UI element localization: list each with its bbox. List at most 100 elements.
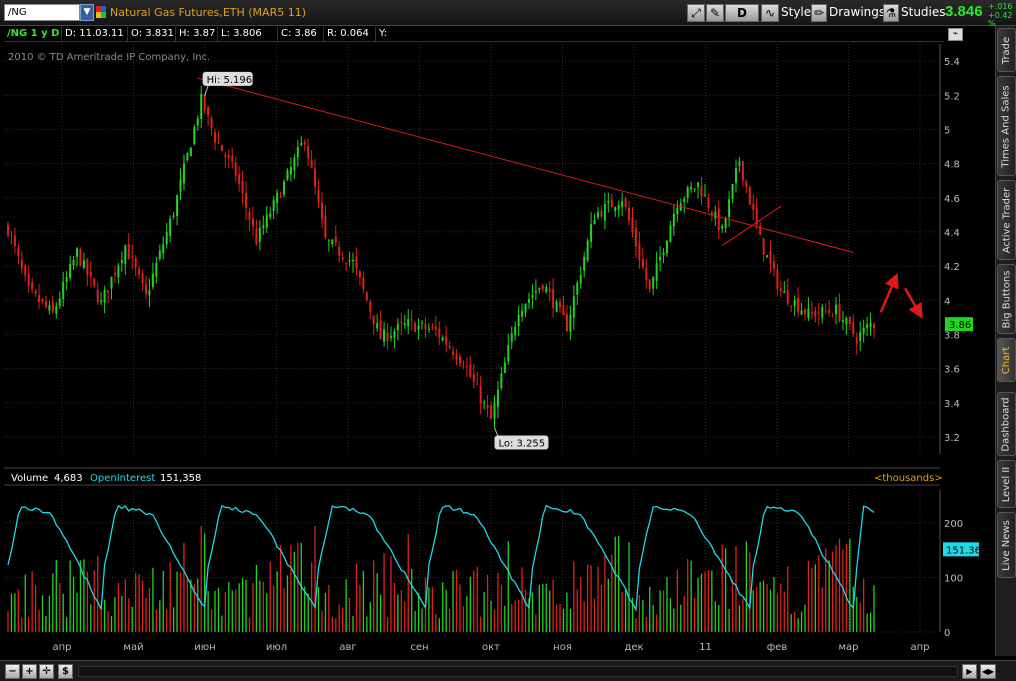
candle-body	[131, 256, 134, 258]
candle-body	[810, 312, 813, 314]
candle-body	[676, 207, 679, 215]
candle-body	[607, 200, 610, 203]
period-button[interactable]: D	[725, 4, 759, 22]
candle-body	[141, 274, 144, 284]
candle-body	[624, 198, 627, 208]
volume-tick-label: 200	[944, 519, 963, 530]
drawings-menu[interactable]: Drawings	[829, 5, 885, 19]
tab-trade[interactable]: Trade	[997, 28, 1016, 72]
price-type-icon[interactable]: $	[58, 664, 73, 679]
price-tick-label: 3.6	[944, 365, 960, 376]
candle-body	[334, 236, 337, 243]
candle-body	[448, 346, 451, 348]
symbol-flag-icon[interactable]	[96, 6, 106, 18]
candle-body	[120, 259, 123, 264]
candle-body	[610, 199, 613, 208]
candle-body	[569, 314, 572, 332]
candle-body	[548, 288, 551, 292]
candle-body	[431, 326, 434, 328]
month-label: ноя	[553, 642, 572, 653]
zoom-icon[interactable]: ⤢	[687, 4, 705, 22]
chart-grid	[4, 44, 941, 454]
candle-body	[572, 296, 575, 318]
open-interest-label: OpenInterest	[90, 473, 155, 484]
trendline[interactable]	[197, 77, 854, 253]
cursor-icon[interactable]: ✎	[706, 4, 724, 22]
style-menu[interactable]: Style	[781, 5, 811, 19]
candle-body	[124, 245, 127, 264]
candle-body	[672, 213, 675, 227]
candle-body	[355, 255, 358, 269]
drawings-icon[interactable]: ✏	[811, 4, 827, 22]
arrow-annotation[interactable]	[879, 272, 899, 313]
candle-body	[427, 329, 430, 331]
candle-body	[869, 322, 872, 328]
volume-axis: 200 100 0	[944, 519, 963, 639]
candle-body	[69, 263, 72, 278]
candle-body	[38, 295, 41, 303]
trendline[interactable]	[721, 205, 782, 246]
candle-body	[614, 207, 617, 211]
candle-body	[103, 290, 106, 303]
candle-body	[521, 310, 524, 317]
candle-body	[545, 286, 548, 292]
info-symbol-period: /NG 1 y D	[4, 27, 62, 41]
candle-body	[855, 337, 858, 344]
candle-body	[169, 218, 172, 236]
change-absolute: +.016	[988, 2, 1013, 11]
price-tick-label: 4.2	[944, 262, 960, 273]
zoom-in-icon[interactable]: +	[22, 664, 37, 679]
candle-body	[690, 187, 693, 190]
symbol-input[interactable]	[4, 4, 80, 21]
candle-body	[186, 152, 189, 161]
candle-body	[389, 336, 392, 338]
candle-body	[621, 201, 624, 208]
candle-body	[396, 324, 399, 331]
candle-body	[790, 305, 793, 307]
candle-body	[424, 323, 427, 329]
bottom-toolbar: − + ✛ $ ▶ ◀▶	[0, 660, 1016, 681]
candle-body	[248, 211, 251, 221]
candle-body	[817, 312, 820, 314]
candle-body	[189, 147, 192, 157]
candle-body	[686, 187, 689, 199]
zoom-out-icon[interactable]: −	[5, 664, 20, 679]
candle-body	[107, 290, 110, 293]
candle-body	[134, 258, 137, 268]
tab-level-ii[interactable]: Level II	[997, 460, 1016, 508]
tab-big-buttons[interactable]: Big Buttons	[997, 264, 1016, 334]
scroll-right-icon[interactable]: ▶	[962, 664, 977, 679]
drawing-tools-icon[interactable]: ✛	[39, 664, 54, 679]
studies-menu[interactable]: Studies	[901, 5, 946, 19]
price-chart[interactable]: 2010 © TD Ameritrade IP Company, Inc. 5.…	[0, 42, 995, 660]
candle-body	[417, 325, 420, 330]
tab-active-trader[interactable]: Active Trader	[997, 180, 1016, 260]
volume-tick-label: 0	[944, 628, 950, 639]
month-label: авг	[339, 642, 356, 653]
candle-body	[496, 389, 499, 407]
candle-body	[338, 246, 341, 256]
candle-body	[293, 157, 296, 171]
tab-dashboard[interactable]: Dashboard	[997, 392, 1016, 456]
candle-body	[324, 215, 327, 238]
price-tick-label: 4	[944, 296, 950, 307]
last-price: 3.846	[945, 3, 983, 20]
candle-body	[645, 267, 648, 281]
candle-body	[93, 278, 96, 286]
candle-body	[327, 240, 330, 242]
time-scrollbar[interactable]	[78, 666, 958, 677]
chart-settings-icon[interactable]: ⌁	[948, 28, 963, 41]
candle-body	[41, 298, 44, 302]
candle-body	[527, 298, 530, 303]
tab-live-news[interactable]: Live News	[997, 512, 1016, 578]
style-icon[interactable]: ∿	[761, 4, 779, 22]
candle-body	[386, 332, 389, 341]
tab-chart[interactable]: Chart	[997, 338, 1016, 382]
symbol-dropdown-button[interactable]: ▼	[80, 4, 94, 21]
studies-icon[interactable]: ⚗	[883, 4, 899, 22]
candle-body	[845, 317, 848, 325]
candle-body	[835, 304, 838, 315]
tab-times-and-sales[interactable]: Times And Sales	[997, 76, 1016, 176]
expand-icon[interactable]: ◀▶	[980, 664, 996, 679]
candle-body	[352, 259, 355, 262]
